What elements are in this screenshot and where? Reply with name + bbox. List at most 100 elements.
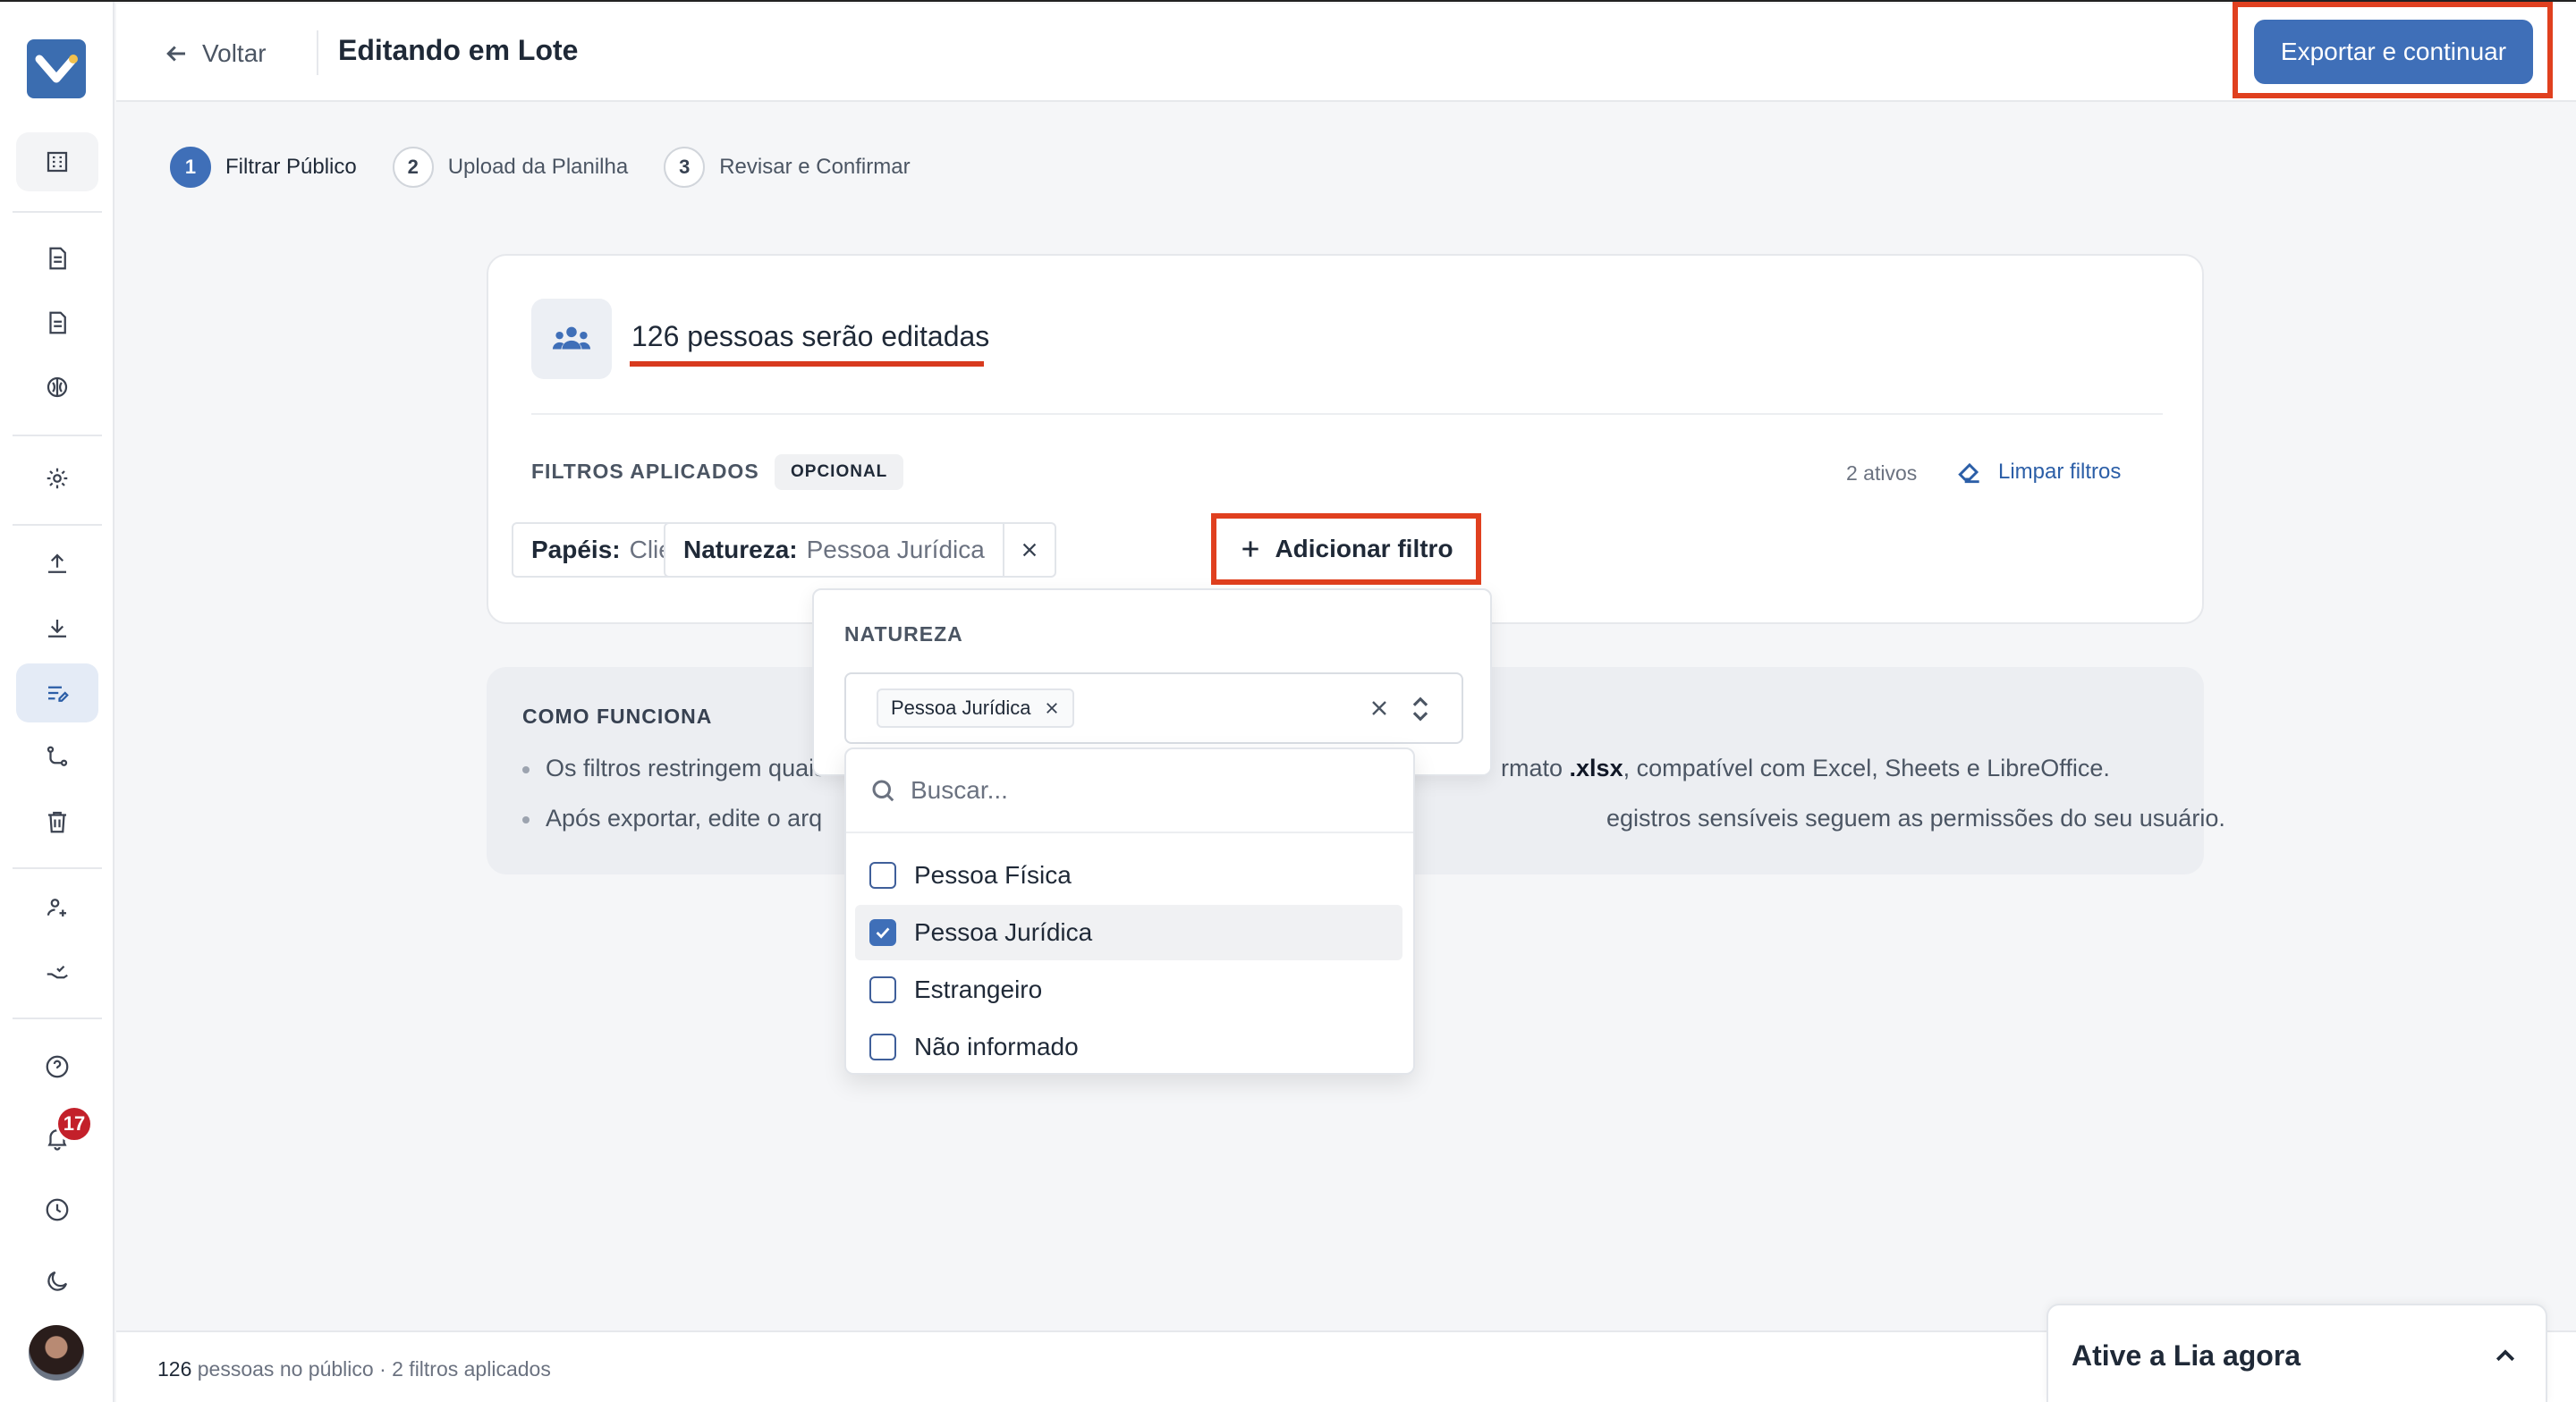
file-text-icon <box>49 311 66 334</box>
clear-filters-button[interactable]: Limpar filtros <box>1955 458 2121 486</box>
search-box <box>846 749 1413 833</box>
sidebar-item-help[interactable] <box>16 1037 98 1096</box>
chip-value: Pessoa Jurídica <box>806 536 985 563</box>
footer-summary: 126 pessoas no público · 2 filtros aplic… <box>157 1357 551 1381</box>
people-icon <box>531 299 612 379</box>
checkbox[interactable] <box>869 1034 896 1060</box>
step-upload[interactable]: 2 Upload da Planilha <box>392 147 629 188</box>
sidebar-item-settings[interactable] <box>16 449 98 508</box>
back-button[interactable]: Voltar <box>163 34 267 73</box>
checkbox[interactable] <box>869 976 896 1003</box>
step-label: Filtrar Público <box>225 155 357 179</box>
avatar[interactable] <box>29 1325 84 1381</box>
sidebar-item-dark-mode[interactable] <box>16 1252 98 1311</box>
plus-icon <box>1242 541 1259 557</box>
option-label: Pessoa Jurídica <box>914 918 1093 946</box>
checkbox[interactable] <box>869 862 896 889</box>
clear-filters-label: Limpar filtros <box>1998 460 2122 484</box>
notification-badge: 17 <box>55 1105 93 1143</box>
app-window: 17 Voltar Editando em Lote Exportar e co… <box>0 0 2576 1402</box>
sidebar-item-workflow[interactable] <box>16 728 98 787</box>
sidebar-item-documents[interactable] <box>16 229 98 288</box>
chevron-up-down-icon[interactable] <box>1410 694 1431 729</box>
download-icon <box>48 620 66 638</box>
file-format: .xlsx <box>1569 755 1623 781</box>
eraser-icon <box>1958 462 1979 484</box>
sidebar-item-company[interactable] <box>16 132 98 191</box>
step-filter[interactable]: 1 Filtrar Público <box>170 147 357 188</box>
option-nao-informado[interactable]: Não informado <box>855 1019 1402 1075</box>
popover-title: NATUREZA <box>844 622 963 646</box>
help-circle-icon <box>46 1055 69 1078</box>
close-icon <box>1372 701 1386 715</box>
sidebar-item-bulk-edit[interactable] <box>16 663 98 722</box>
chip-key: Natureza: <box>683 536 798 563</box>
lia-panel[interactable]: Ative a Lia agora <box>2046 1304 2547 1402</box>
list-edit-icon <box>48 686 69 702</box>
step-label: Upload da Planilha <box>447 155 629 179</box>
arrow-left-icon <box>166 46 185 62</box>
brain-icon <box>47 376 68 398</box>
checkbox-checked[interactable] <box>869 919 896 946</box>
footer-count: 126 <box>157 1357 192 1381</box>
export-continue-button[interactable]: Exportar e continuar <box>2254 20 2533 84</box>
option-label: Estrangeiro <box>914 975 1043 1003</box>
text: Após exportar, edite o arq <box>546 805 823 832</box>
close-icon <box>1022 543 1037 557</box>
selected-tag[interactable]: Pessoa Jurídica <box>877 688 1074 728</box>
step-review[interactable]: 3 Revisar e Confirmar <box>664 147 911 188</box>
audience-card: 126 pessoas serão editadas FILTROS APLIC… <box>487 254 2204 624</box>
step-label: Revisar e Confirmar <box>719 155 911 179</box>
hand-check-icon <box>47 965 68 979</box>
moon-icon <box>47 1271 68 1291</box>
title-underline <box>630 361 984 367</box>
app-logo[interactable] <box>27 39 86 98</box>
footer-text: pessoas no público · 2 filtros aplicados <box>191 1357 551 1381</box>
remove-filter-button[interactable] <box>1002 524 1055 576</box>
option-pessoa-juridica[interactable]: Pessoa Jurídica <box>855 905 1402 960</box>
text: Os filtros restringem quais <box>546 755 826 781</box>
option-label: Pessoa Física <box>914 861 1072 889</box>
sidebar-item-ai[interactable] <box>16 358 98 417</box>
how-it-works-line-1: Os filtros restringem quais rmato .xlsx,… <box>522 755 2110 782</box>
sidebar-item-users-settings[interactable] <box>16 878 98 937</box>
clear-selection-button[interactable] <box>1368 697 1394 722</box>
filter-chip-nature[interactable]: Natureza: Pessoa Jurídica <box>664 522 1056 578</box>
page-title: Editando em Lote <box>338 34 579 66</box>
how-it-works-line-2: Após exportar, edite o arq egistros sens… <box>522 805 2225 832</box>
step-number: 2 <box>392 147 434 188</box>
step-number: 1 <box>170 147 211 188</box>
close-icon[interactable] <box>1044 700 1060 716</box>
sidebar-item-reports[interactable] <box>16 293 98 352</box>
option-label: Não informado <box>914 1033 1079 1060</box>
clock-icon <box>46 1198 69 1221</box>
search-input[interactable] <box>911 776 1358 805</box>
audience-count-title: 126 pessoas serão editadas <box>631 320 990 352</box>
add-filter-button[interactable]: Adicionar filtro <box>1222 522 1470 576</box>
text: egistros sensíveis seguem as permissões … <box>1606 805 2225 832</box>
building-icon <box>47 151 68 173</box>
chip-key: Papéis: <box>531 536 621 563</box>
sidebar-item-history[interactable] <box>16 1180 98 1239</box>
divider <box>531 413 2163 415</box>
gear-icon <box>47 468 68 489</box>
nature-select[interactable]: Pessoa Jurídica <box>844 672 1463 744</box>
divider <box>317 30 318 75</box>
how-it-works-title: COMO FUNCIONA <box>522 705 713 728</box>
chevron-up-icon[interactable] <box>2492 1343 2519 1374</box>
sidebar-item-upload[interactable] <box>16 535 98 594</box>
sidebar: 17 <box>0 2 114 1402</box>
user-cog-icon <box>47 899 66 916</box>
step-number: 3 <box>664 147 706 188</box>
selected-tag-label: Pessoa Jurídica <box>891 697 1031 719</box>
sidebar-item-approvals[interactable] <box>16 942 98 1001</box>
stepper: 1 Filtrar Público 2 Upload da Planilha 3… <box>170 147 946 188</box>
trash-icon <box>48 811 66 833</box>
sidebar-item-download[interactable] <box>16 599 98 658</box>
sidebar-item-trash[interactable] <box>16 792 98 851</box>
document-icon <box>49 247 66 270</box>
text: rmato <box>1501 755 1570 781</box>
option-pessoa-fisica[interactable]: Pessoa Física <box>855 848 1402 903</box>
check-icon <box>876 927 890 939</box>
option-estrangeiro[interactable]: Estrangeiro <box>855 962 1402 1018</box>
